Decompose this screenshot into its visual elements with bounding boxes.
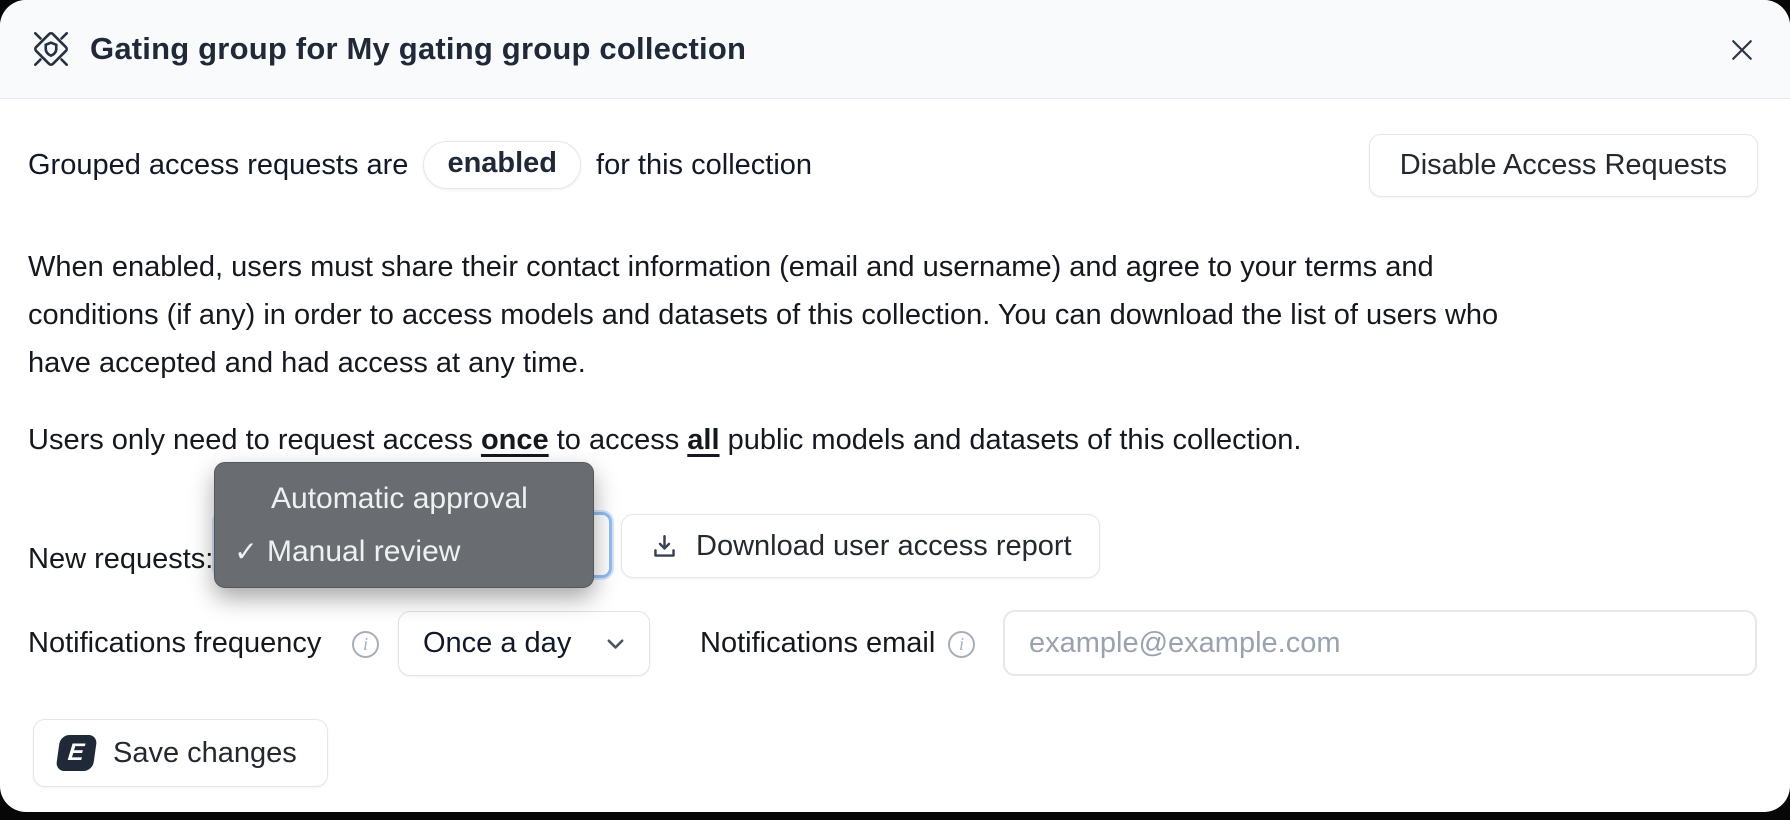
new-requests-label: New requests: bbox=[28, 543, 213, 576]
notifications-email-input[interactable] bbox=[1003, 610, 1757, 676]
email-info-icon[interactable]: i bbox=[948, 631, 975, 658]
gating-group-modal: Gating group for My gating group collect… bbox=[0, 0, 1790, 812]
disable-access-requests-button[interactable]: Disable Access Requests bbox=[1369, 134, 1758, 197]
download-report-button[interactable]: Download user access report bbox=[621, 514, 1100, 578]
dropdown-option-automatic-approval[interactable]: Automatic approval bbox=[215, 472, 593, 525]
notifications-frequency-label: Notifications frequency bbox=[28, 627, 321, 660]
modal-header: Gating group for My gating group collect… bbox=[0, 0, 1790, 99]
frequency-select[interactable]: Once a day bbox=[398, 611, 650, 676]
note-part2: to access bbox=[549, 424, 688, 456]
note-line: Users only need to request access once t… bbox=[28, 424, 1628, 457]
checkmark-icon: ✓ bbox=[229, 535, 263, 568]
note-all: all bbox=[687, 424, 719, 456]
note-part1: Users only need to request access bbox=[28, 424, 481, 456]
note-part3: public models and datasets of this colle… bbox=[720, 424, 1302, 456]
new-requests-dropdown: Automatic approval ✓ Manual review bbox=[214, 462, 594, 588]
dropdown-option-manual-review[interactable]: ✓ Manual review bbox=[215, 525, 593, 578]
modal-title: Gating group for My gating group collect… bbox=[90, 31, 746, 67]
enterprise-icon: E bbox=[55, 735, 97, 771]
save-changes-label: Save changes bbox=[113, 737, 297, 770]
close-button[interactable] bbox=[1722, 30, 1762, 70]
option-label: Manual review bbox=[263, 535, 460, 569]
status-text: Grouped access requests are enabled for … bbox=[28, 141, 812, 189]
enterprise-icon-letter: E bbox=[67, 741, 86, 765]
note-once: once bbox=[481, 424, 549, 456]
description-paragraph: When enabled, users must share their con… bbox=[28, 243, 1544, 387]
option-label: Automatic approval bbox=[267, 482, 528, 516]
status-suffix: for this collection bbox=[596, 149, 812, 182]
notifications-email-label: Notifications email bbox=[700, 627, 935, 660]
save-changes-button[interactable]: E Save changes bbox=[33, 719, 328, 787]
download-icon bbox=[649, 531, 680, 562]
chevron-down-icon bbox=[602, 630, 629, 657]
gate-shield-icon bbox=[30, 28, 72, 70]
frequency-value: Once a day bbox=[423, 627, 571, 660]
status-prefix: Grouped access requests are bbox=[28, 149, 408, 182]
status-badge: enabled bbox=[423, 141, 581, 189]
status-row: Grouped access requests are enabled for … bbox=[28, 131, 1758, 199]
frequency-info-icon[interactable]: i bbox=[352, 631, 379, 658]
download-report-label: Download user access report bbox=[696, 530, 1072, 563]
close-icon bbox=[1727, 35, 1757, 65]
